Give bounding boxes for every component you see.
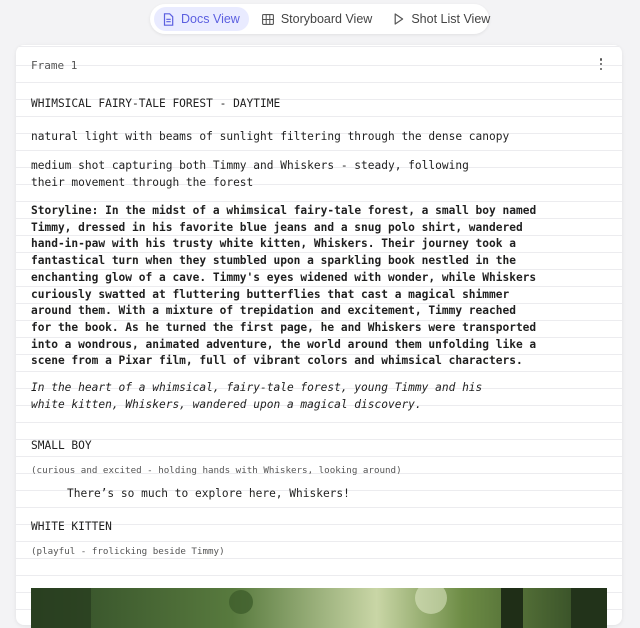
lighting-description[interactable]: natural light with beams of sunlight fil… — [31, 129, 509, 146]
storyboard-image[interactable] — [31, 588, 607, 628]
tab-docs-view[interactable]: Docs View — [154, 7, 249, 31]
scene-heading[interactable]: WHIMSICAL FAIRY-TALE FOREST - DAYTIME — [31, 96, 280, 113]
character-name-white-kitten[interactable]: WHITE KITTEN — [31, 519, 112, 536]
grid-icon — [261, 13, 274, 25]
parenthetical-small-boy[interactable]: (curious and excited - holding hands wit… — [31, 463, 402, 480]
view-switcher: Docs View Storyboard View Shot List View — [150, 4, 490, 34]
storyline-block[interactable]: Storyline: In the midst of a whimsical f… — [31, 203, 537, 370]
tab-shot-list-view[interactable]: Shot List View — [385, 7, 499, 31]
storyline-text: In the midst of a whimsical fairy-tale f… — [31, 204, 543, 368]
dialogue-small-boy[interactable]: There’s so much to explore here, Whisker… — [67, 486, 350, 503]
frame-card: Frame 1 WHIMSICAL FAIRY-TALE FOREST - DA… — [16, 45, 622, 628]
tab-shot-list-view-label: Shot List View — [411, 12, 491, 26]
document-icon — [163, 12, 174, 26]
more-options-icon[interactable] — [595, 56, 607, 72]
play-icon — [394, 13, 404, 25]
scene-summary[interactable]: In the heart of a whimsical, fairy-tale … — [31, 380, 501, 413]
parenthetical-white-kitten[interactable]: (playful - frolicking beside Timmy) — [31, 544, 225, 561]
camera-description[interactable]: medium shot capturing both Timmy and Whi… — [31, 158, 501, 191]
character-name-small-boy[interactable]: SMALL BOY — [31, 438, 92, 455]
tab-storyboard-view[interactable]: Storyboard View — [253, 7, 382, 31]
tab-docs-view-label: Docs View — [181, 12, 240, 26]
storyline-label: Storyline: — [31, 204, 99, 217]
tab-storyboard-view-label: Storyboard View — [280, 12, 373, 26]
frame-label: Frame 1 — [31, 59, 78, 72]
